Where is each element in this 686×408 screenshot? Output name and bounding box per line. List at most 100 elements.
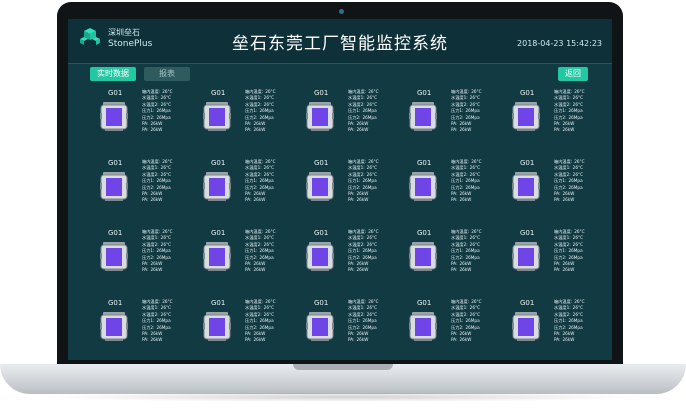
back-button[interactable]: 返回 bbox=[558, 67, 588, 81]
param-row: PA: 26kW bbox=[348, 127, 400, 133]
param-label: 箱内温度 bbox=[554, 89, 571, 94]
param-separator: : bbox=[462, 324, 464, 330]
device-card[interactable]: G01 箱内温度: 26°C 水温度1: 26°C 水温度2: 26°C 压力1: 26Mpa 压… bbox=[403, 229, 501, 289]
param-separator: : bbox=[147, 121, 149, 127]
device-card[interactable]: G01 箱内温度: 26°C 水温度1: 26°C 水温度2: 26°C 压力1: 26Mpa 压… bbox=[403, 89, 501, 149]
device-params: 箱内温度: 26°C 水温度1: 26°C 水温度2: 26°C 压力1: 26Mpa 压力2:… bbox=[348, 229, 400, 274]
param-value: 26kW bbox=[150, 197, 163, 203]
device-card[interactable]: G01 箱内温度: 26°C 水温度1: 26°C 水温度2: 26°C 压力1: 26Mpa 压… bbox=[197, 299, 295, 359]
param-label: 压力2 bbox=[451, 254, 463, 260]
param-separator: : bbox=[359, 254, 361, 260]
realtime-data-button[interactable]: 实时数据 bbox=[90, 67, 136, 81]
tank-icon bbox=[409, 311, 437, 341]
param-separator: : bbox=[157, 101, 159, 107]
tank-icon bbox=[203, 101, 231, 131]
device-card[interactable]: G01 箱内温度: 26°C 水温度1: 26°C 水温度2: 26°C 压力1: 26Mpa 压… bbox=[197, 89, 295, 149]
device-card[interactable]: G01 箱内温度: 26°C 水温度1: 26°C 水温度2: 26°C 压力1: 26Mpa 压… bbox=[506, 159, 604, 219]
param-label: 箱内温度 bbox=[245, 299, 262, 304]
device-params: 箱内温度: 26°C 水温度1: 26°C 水温度2: 26°C 压力1: 26Mpa 压力2:… bbox=[142, 89, 194, 134]
tank-icon bbox=[100, 171, 128, 201]
param-label: 水温度1 bbox=[451, 305, 467, 311]
param-separator: : bbox=[359, 184, 361, 190]
param-row: PA: 26kW bbox=[554, 197, 606, 203]
device-card[interactable]: G01 箱内温度: 26°C 水温度1: 26°C 水温度2: 26°C 压力1: 26Mpa 压… bbox=[94, 89, 192, 149]
param-separator: : bbox=[353, 191, 355, 197]
param-separator: : bbox=[466, 101, 468, 107]
param-label: 压力2 bbox=[142, 114, 154, 120]
param-separator: : bbox=[359, 324, 361, 330]
param-separator: : bbox=[569, 241, 571, 247]
device-card[interactable]: G01 箱内温度: 26°C 水温度1: 26°C 水温度2: 26°C 压力1: 26Mpa 压… bbox=[94, 299, 192, 359]
param-separator: : bbox=[147, 197, 149, 203]
param-separator: : bbox=[364, 229, 367, 234]
param-value: 26kW bbox=[562, 197, 575, 203]
device-card[interactable]: G01 箱内温度: 26°C 水温度1: 26°C 水温度2: 26°C 压力1: 26Mpa 压… bbox=[506, 89, 604, 149]
param-separator: : bbox=[158, 299, 161, 304]
param-label: 水温度2 bbox=[245, 241, 261, 247]
param-label: 水温度1 bbox=[451, 235, 467, 241]
device-params: 箱内温度: 26°C 水温度1: 26°C 水温度2: 26°C 压力1: 26Mpa 压力2:… bbox=[554, 229, 606, 274]
tank-icon bbox=[306, 171, 334, 201]
param-separator: : bbox=[462, 184, 464, 190]
device-card[interactable]: G01 箱内温度: 26°C 水温度1: 26°C 水温度2: 26°C 压力1: 26Mpa 压… bbox=[300, 299, 398, 359]
param-value: 26kW bbox=[253, 267, 266, 273]
param-label: 水温度2 bbox=[451, 171, 467, 177]
param-label: 水温度1 bbox=[245, 305, 261, 311]
report-button[interactable]: 报表 bbox=[144, 67, 190, 81]
param-label: 水温度2 bbox=[348, 171, 364, 177]
param-separator: : bbox=[456, 191, 458, 197]
device-grid: G01 箱内温度: 26°C 水温度1: 26°C 水温度2: 26°C 压力1: 26Mpa 压… bbox=[94, 89, 602, 355]
param-label: 压力2 bbox=[245, 254, 257, 260]
param-label: 箱内温度 bbox=[348, 229, 365, 234]
param-separator: : bbox=[456, 267, 458, 273]
device-card[interactable]: G01 箱内温度: 26°C 水温度1: 26°C 水温度2: 26°C 压力1: 26Mpa 压… bbox=[94, 229, 192, 289]
device-name: G01 bbox=[108, 89, 123, 97]
param-separator: : bbox=[569, 165, 571, 171]
param-separator: : bbox=[466, 235, 468, 241]
device-card[interactable]: G01 箱内温度: 26°C 水温度1: 26°C 水温度2: 26°C 压力1: 26Mpa 压… bbox=[94, 159, 192, 219]
device-name: G01 bbox=[211, 299, 226, 307]
param-label: 压力1 bbox=[348, 108, 360, 114]
param-label: 水温度1 bbox=[348, 95, 364, 101]
param-separator: : bbox=[363, 235, 365, 241]
device-card[interactable]: G01 箱内温度: 26°C 水温度1: 26°C 水温度2: 26°C 压力1: 26Mpa 压… bbox=[506, 229, 604, 289]
param-label: 压力2 bbox=[245, 184, 257, 190]
device-params: 箱内温度: 26°C 水温度1: 26°C 水温度2: 26°C 压力1: 26Mpa 压力2:… bbox=[554, 299, 606, 344]
device-card[interactable]: G01 箱内温度: 26°C 水温度1: 26°C 水温度2: 26°C 压力1: 26Mpa 压… bbox=[300, 229, 398, 289]
param-label: 压力1 bbox=[451, 318, 463, 324]
param-value: 26kW bbox=[459, 197, 472, 203]
device-card[interactable]: G01 箱内温度: 26°C 水温度1: 26°C 水温度2: 26°C 压力1: 26Mpa 压… bbox=[197, 229, 295, 289]
device-card[interactable]: G01 箱内温度: 26°C 水温度1: 26°C 水温度2: 26°C 压力1: 26Mpa 压… bbox=[197, 159, 295, 219]
param-label: 水温度2 bbox=[142, 241, 158, 247]
device-params: 箱内温度: 26°C 水温度1: 26°C 水温度2: 26°C 压力1: 26Mpa 压力2:… bbox=[245, 299, 297, 344]
param-label: 水温度1 bbox=[142, 95, 158, 101]
param-label: 水温度2 bbox=[554, 241, 570, 247]
device-card[interactable]: G01 箱内温度: 26°C 水温度1: 26°C 水温度2: 26°C 压力1: 26Mpa 压… bbox=[300, 89, 398, 149]
tank-icon bbox=[100, 101, 128, 131]
tank-icon bbox=[512, 101, 540, 131]
device-card[interactable]: G01 箱内温度: 26°C 水温度1: 26°C 水温度2: 26°C 压力1: 26Mpa 压… bbox=[300, 159, 398, 219]
device-card[interactable]: G01 箱内温度: 26°C 水温度1: 26°C 水温度2: 26°C 压力1: 26Mpa 压… bbox=[403, 299, 501, 359]
param-label: 水温度2 bbox=[554, 311, 570, 317]
param-separator: : bbox=[157, 165, 159, 171]
param-separator: : bbox=[565, 248, 567, 254]
param-row: PA: 26kW bbox=[348, 267, 400, 273]
param-row: PA: 26kW bbox=[142, 267, 194, 273]
param-separator: : bbox=[456, 127, 458, 133]
device-name: G01 bbox=[314, 159, 329, 167]
param-label: 箱内温度 bbox=[554, 229, 571, 234]
param-separator: : bbox=[359, 114, 361, 120]
param-separator: : bbox=[466, 95, 468, 101]
param-value: 26kW bbox=[253, 337, 266, 343]
device-card[interactable]: G01 箱内温度: 26°C 水温度1: 26°C 水温度2: 26°C 压力1: 26Mpa 压… bbox=[403, 159, 501, 219]
param-separator: : bbox=[353, 331, 355, 337]
param-separator: : bbox=[570, 299, 573, 304]
param-label: 压力1 bbox=[245, 178, 257, 184]
param-separator: : bbox=[559, 261, 561, 267]
device-card[interactable]: G01 箱内温度: 26°C 水温度1: 26°C 水温度2: 26°C 压力1: 26Mpa 压… bbox=[506, 299, 604, 359]
param-separator: : bbox=[157, 241, 159, 247]
param-label: 水温度1 bbox=[451, 95, 467, 101]
param-label: 箱内温度 bbox=[451, 89, 468, 94]
param-separator: : bbox=[147, 267, 149, 273]
param-label: 水温度2 bbox=[451, 101, 467, 107]
